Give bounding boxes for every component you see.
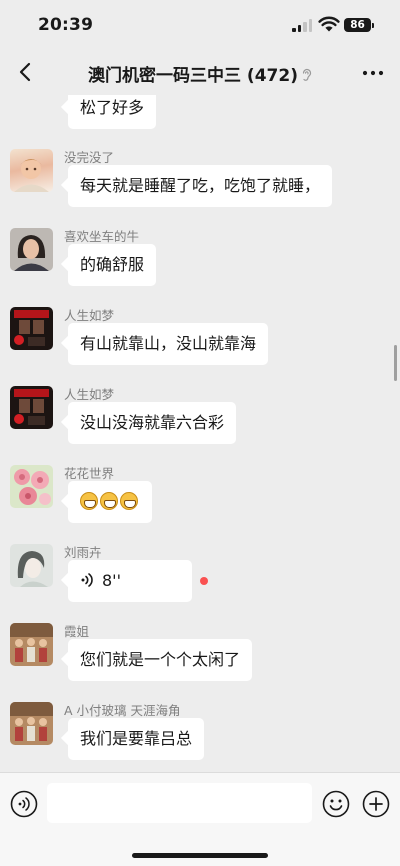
emoji-icon[interactable] [322, 790, 350, 818]
message-bubble[interactable]: 您们就是一个个太闲了 [68, 639, 253, 681]
unread-dot [200, 577, 208, 585]
message-text: 我们是要靠吕总 [80, 729, 193, 748]
avatar[interactable] [10, 465, 53, 508]
status-bar: 20:39 86 [0, 0, 400, 50]
message-text: 您们就是一个个太闲了 [80, 650, 241, 669]
sender-name: A 小付玻璃 天涯海角 [64, 703, 181, 718]
message-text: 没山没海就靠六合彩 [80, 413, 225, 432]
voice-input-icon[interactable] [10, 790, 38, 818]
message-bubble[interactable]: 我们是要靠吕总 [68, 718, 205, 760]
input-bar [0, 772, 400, 866]
avatar[interactable] [10, 623, 53, 666]
message-input[interactable] [47, 783, 312, 823]
message-text: 松了好多 [80, 98, 145, 117]
voice-wave-icon [81, 573, 93, 587]
message-bubble[interactable]: 没山没海就靠六合彩 [68, 402, 237, 444]
scrollbar[interactable] [394, 345, 397, 381]
avatar[interactable] [10, 702, 53, 745]
signal-icon [292, 19, 314, 32]
wifi-icon [318, 16, 340, 32]
ear-icon [302, 69, 312, 81]
avatar[interactable] [10, 307, 53, 350]
battery-icon: 86 [344, 18, 374, 32]
message-text: 的确舒服 [80, 255, 145, 274]
more-icon[interactable] [360, 62, 386, 84]
grin-emoji-icon [120, 492, 138, 510]
home-indicator [132, 853, 268, 858]
avatar[interactable] [10, 228, 53, 271]
chat-message-list[interactable]: 松了好多 没完没了 每天就是睡醒了吃，吃饱了就睡， 喜欢坐车的牛 的确舒服 人生… [0, 95, 400, 772]
chat-title: 澳门机密一码三中三 (472) [0, 61, 400, 86]
sender-name: 喜欢坐车的牛 [64, 229, 140, 244]
avatar[interactable] [10, 386, 53, 429]
voice-duration: 8'' [102, 571, 121, 590]
avatar[interactable] [10, 149, 53, 192]
message-text: 有山就靠山，没山就靠海 [80, 334, 257, 353]
grin-emoji-icon [100, 492, 118, 510]
message-bubble[interactable]: 的确舒服 [68, 244, 157, 286]
avatar[interactable] [10, 544, 53, 587]
sender-name: 刘雨卉 [64, 545, 102, 560]
status-time: 20:39 [38, 15, 94, 35]
sender-name: 花花世界 [64, 466, 115, 481]
sender-name: 霞姐 [64, 624, 90, 639]
sender-name: 人生如梦 [64, 308, 115, 323]
plus-icon[interactable] [362, 790, 390, 818]
voice-message-bubble[interactable]: 8'' [68, 560, 192, 602]
sender-name: 人生如梦 [64, 387, 115, 402]
message-bubble[interactable]: 有山就靠山，没山就靠海 [68, 323, 269, 365]
message-text: 每天就是睡醒了吃，吃饱了就睡， [80, 176, 321, 195]
message-bubble[interactable]: 松了好多 [68, 95, 157, 129]
chat-title-text: 澳门机密一码三中三 (472) [88, 66, 298, 86]
grin-emoji-icon [80, 492, 98, 510]
message-bubble[interactable] [68, 481, 152, 523]
nav-bar: 澳门机密一码三中三 (472) [0, 50, 400, 95]
message-bubble[interactable]: 每天就是睡醒了吃，吃饱了就睡， [68, 165, 333, 207]
sender-name: 没完没了 [64, 150, 115, 165]
